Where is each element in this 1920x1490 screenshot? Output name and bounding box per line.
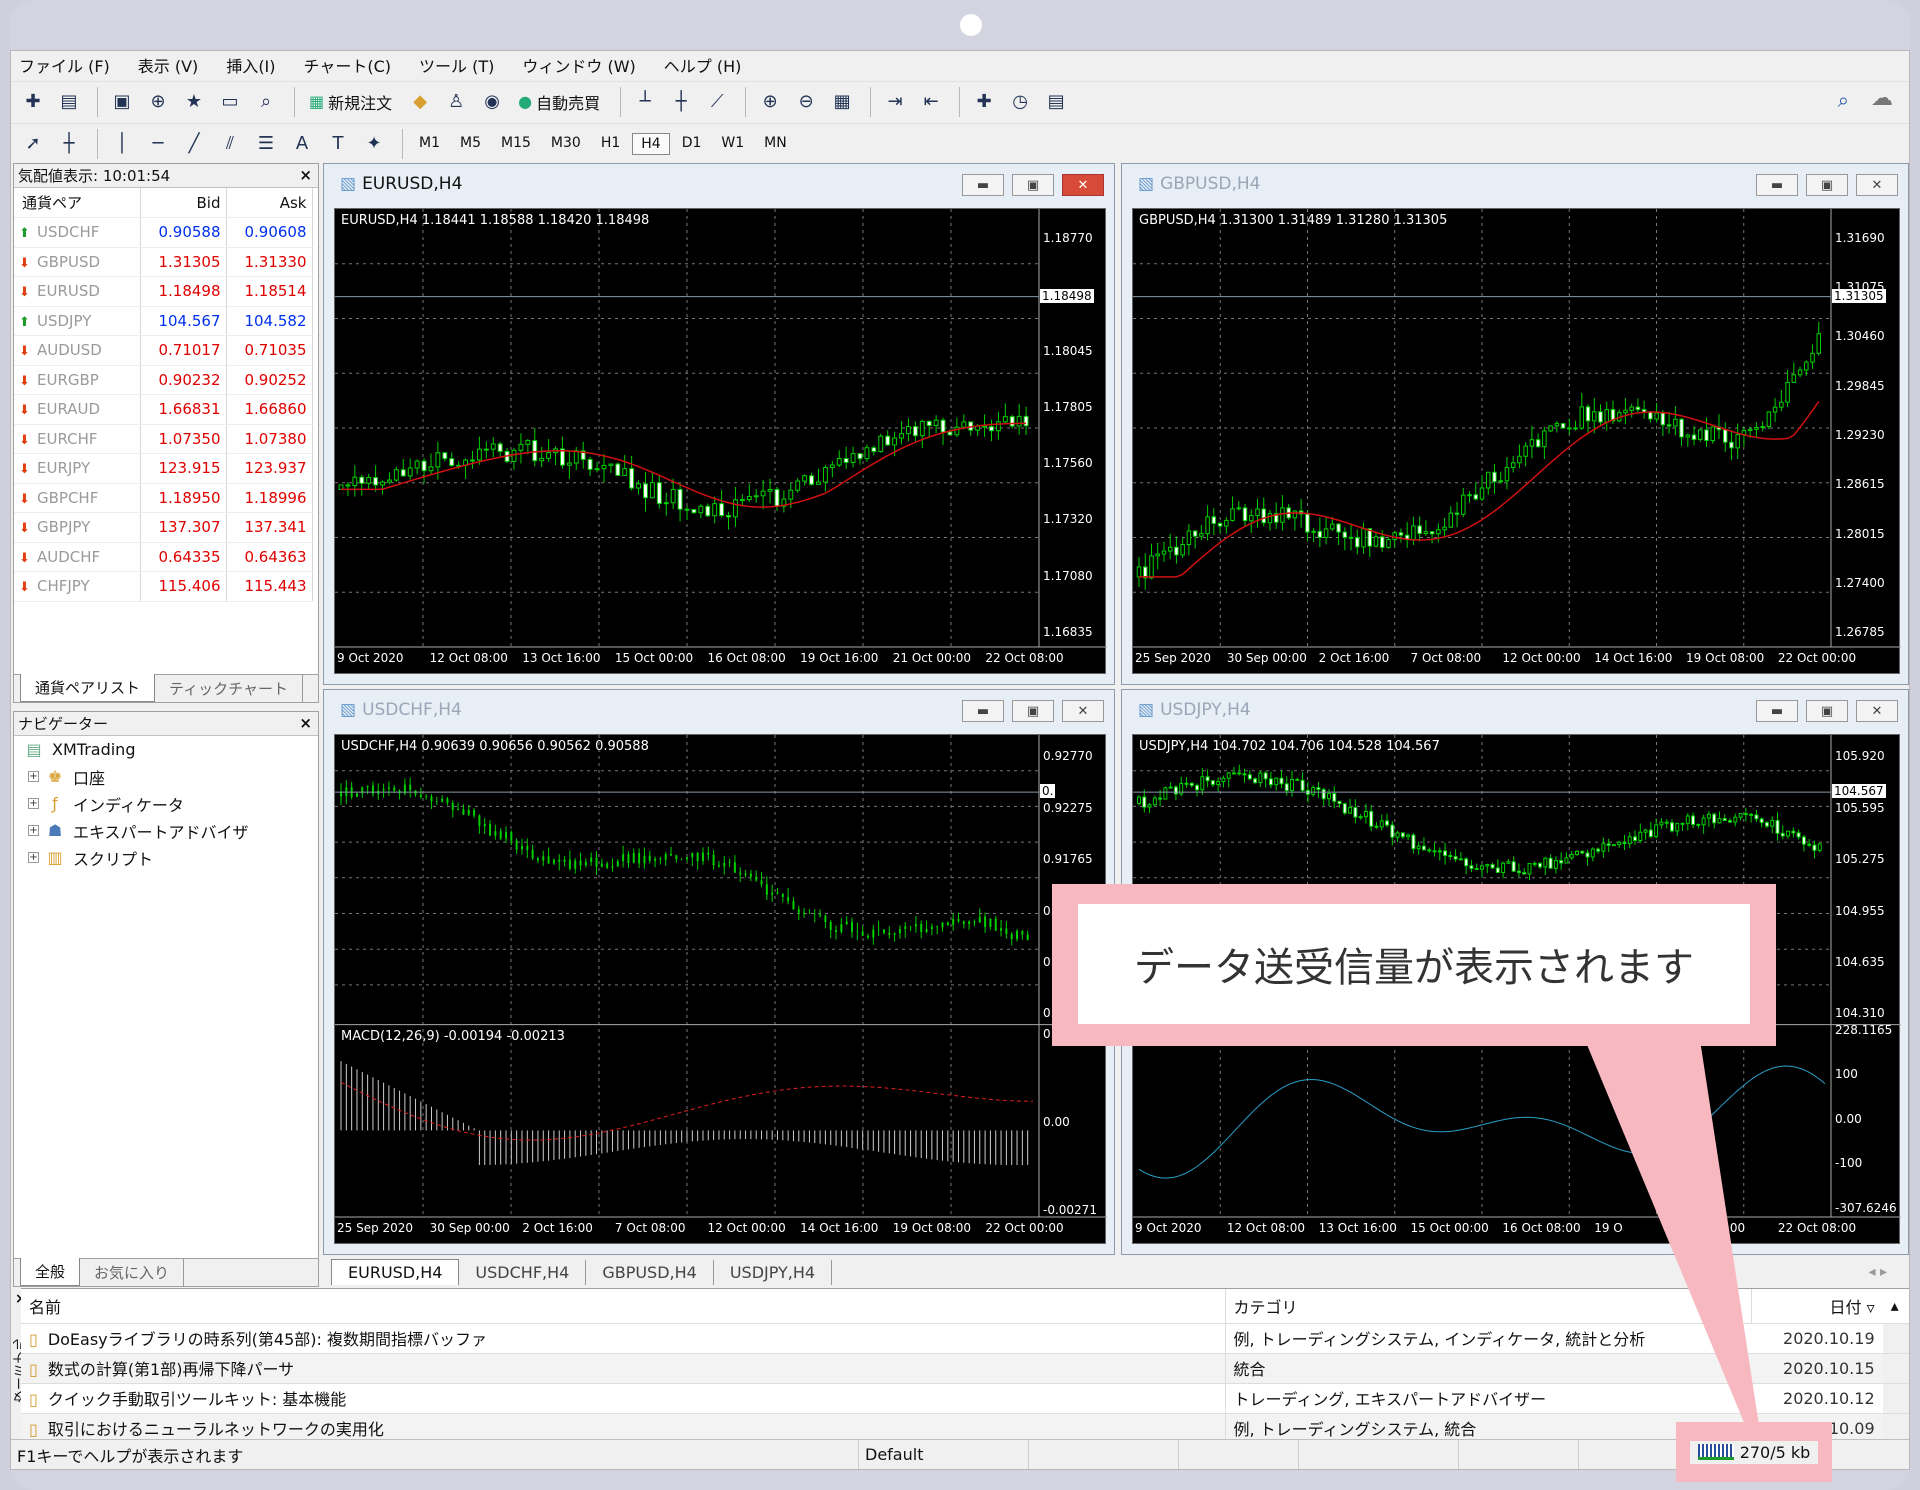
traffic-indicator[interactable]: 270/5 kb bbox=[1689, 1440, 1819, 1464]
callout-text: データ送受信量が表示されます bbox=[1078, 904, 1750, 1024]
traffic-highlight: 270/5 kb bbox=[1676, 1422, 1832, 1482]
connection-bars-icon bbox=[1697, 1444, 1734, 1460]
callout-pointer bbox=[1585, 1040, 1760, 1432]
traffic-value: 270/5 kb bbox=[1739, 1442, 1811, 1462]
